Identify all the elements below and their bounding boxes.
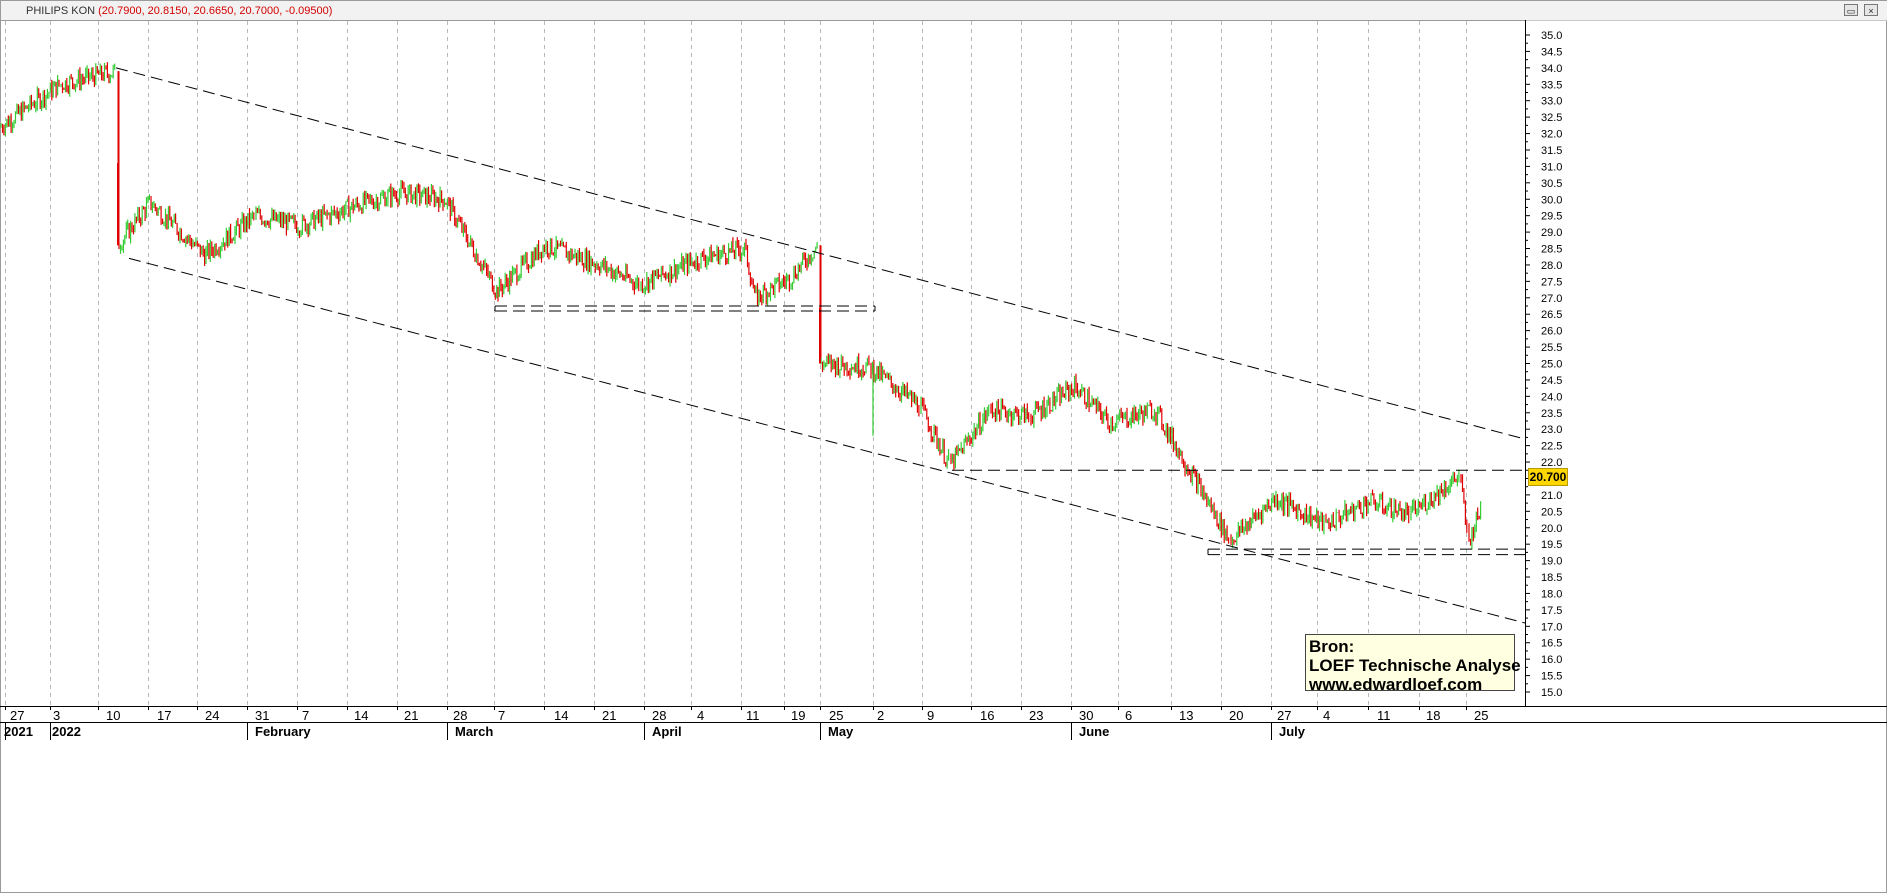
x-day-label: 21 bbox=[404, 708, 418, 723]
y-tick-label: 21.0 bbox=[1541, 490, 1562, 502]
y-tick-label: 22.5 bbox=[1541, 441, 1562, 453]
y-tick-label: 34.0 bbox=[1541, 63, 1562, 75]
y-tick-label: 24.0 bbox=[1541, 391, 1562, 403]
y-tick-label: 27.5 bbox=[1541, 276, 1562, 288]
x-month-label: 2021 bbox=[4, 724, 33, 739]
y-tick-label: 33.0 bbox=[1541, 96, 1562, 108]
y-tick-label: 18.0 bbox=[1541, 588, 1562, 600]
x-month-label: March bbox=[455, 724, 493, 739]
x-month-label: June bbox=[1079, 724, 1109, 739]
y-tick-label: 19.5 bbox=[1541, 539, 1562, 551]
x-day-label: 21 bbox=[602, 708, 616, 723]
x-day-label: 11 bbox=[1377, 708, 1391, 723]
x-day-label: 28 bbox=[453, 708, 467, 723]
x-month-label: April bbox=[652, 724, 682, 739]
x-day-label: 4 bbox=[697, 708, 704, 723]
y-tick-label: 18.5 bbox=[1541, 572, 1562, 584]
y-tick-label: 15.0 bbox=[1541, 687, 1562, 699]
x-day-label: 27 bbox=[10, 708, 24, 723]
x-month-label: July bbox=[1279, 724, 1306, 739]
y-tick-label: 16.0 bbox=[1541, 654, 1562, 666]
x-day-label: 16 bbox=[980, 708, 994, 723]
x-month-label: 2022 bbox=[52, 724, 81, 739]
y-tick-label: 26.5 bbox=[1541, 309, 1562, 321]
y-tick-label: 15.5 bbox=[1541, 671, 1562, 683]
x-day-label: 9 bbox=[927, 708, 934, 723]
source-box: Bron: LOEF Technische Analyse www.edward… bbox=[1305, 634, 1521, 694]
x-day-label: 30 bbox=[1079, 708, 1093, 723]
x-day-label: 23 bbox=[1029, 708, 1043, 723]
y-tick-label: 28.0 bbox=[1541, 260, 1562, 272]
source-line-1: Bron: bbox=[1309, 637, 1355, 656]
y-tick-label: 32.5 bbox=[1541, 112, 1562, 124]
source-line-3: www.edwardloef.com bbox=[1309, 675, 1483, 694]
y-tick-label: 28.5 bbox=[1541, 244, 1562, 256]
y-tick-label: 32.0 bbox=[1541, 129, 1562, 141]
y-tick-label: 25.5 bbox=[1541, 342, 1562, 354]
x-day-label: 14 bbox=[354, 708, 368, 723]
y-tick-label: 35.0 bbox=[1541, 30, 1562, 42]
y-tick-label: 29.0 bbox=[1541, 227, 1562, 239]
y-tick-label: 23.0 bbox=[1541, 424, 1562, 436]
x-day-label: 31 bbox=[255, 708, 269, 723]
x-day-label: 25 bbox=[829, 708, 843, 723]
y-tick-label: 34.5 bbox=[1541, 46, 1562, 58]
y-tick-label: 33.5 bbox=[1541, 79, 1562, 91]
x-month-label: May bbox=[828, 724, 854, 739]
x-day-label: 6 bbox=[1125, 708, 1132, 723]
y-tick-label: 16.5 bbox=[1541, 638, 1562, 650]
y-tick-label: 20.5 bbox=[1541, 506, 1562, 518]
y-tick-label: 20.0 bbox=[1541, 523, 1562, 535]
x-day-label: 25 bbox=[1474, 708, 1488, 723]
y-tick-label: 31.0 bbox=[1541, 161, 1562, 173]
y-tick-label: 31.5 bbox=[1541, 145, 1562, 157]
y-tick-label: 29.5 bbox=[1541, 211, 1562, 223]
y-tick-label: 19.0 bbox=[1541, 556, 1562, 568]
y-tick-label: 25.0 bbox=[1541, 359, 1562, 371]
x-day-label: 19 bbox=[791, 708, 805, 723]
y-tick-label: 30.0 bbox=[1541, 194, 1562, 206]
x-day-label: 4 bbox=[1323, 708, 1330, 723]
y-tick-label: 17.5 bbox=[1541, 605, 1562, 617]
x-day-label: 10 bbox=[106, 708, 120, 723]
x-day-label: 2 bbox=[877, 708, 884, 723]
x-day-label: 20 bbox=[1229, 708, 1243, 723]
x-day-label: 17 bbox=[157, 708, 171, 723]
x-day-label: 14 bbox=[554, 708, 568, 723]
y-tick-label: 23.5 bbox=[1541, 408, 1562, 420]
price-chart[interactable]: 15.0 15.5 16.0 16.5 17.0 17.5 18.0 18.5 19.0 19.5… bbox=[0, 0, 1887, 893]
x-day-label: 7 bbox=[498, 708, 505, 723]
y-tick-label: 30.5 bbox=[1541, 178, 1562, 190]
source-line-2: LOEF Technische Analyse bbox=[1309, 656, 1521, 675]
x-day-label: 11 bbox=[746, 708, 760, 723]
plot-area bbox=[0, 20, 1526, 707]
x-day-label: 3 bbox=[53, 708, 60, 723]
x-day-label: 24 bbox=[205, 708, 219, 723]
x-day-label: 27 bbox=[1277, 708, 1291, 723]
x-month-label: February bbox=[255, 724, 311, 739]
y-tick-label: 24.5 bbox=[1541, 375, 1562, 387]
x-day-label: 28 bbox=[652, 708, 666, 723]
y-tick-label: 26.0 bbox=[1541, 326, 1562, 338]
y-tick-label: 17.0 bbox=[1541, 621, 1562, 633]
x-day-label: 7 bbox=[302, 708, 309, 723]
last-price-badge: 20.700 bbox=[1528, 468, 1568, 486]
x-day-label: 18 bbox=[1426, 708, 1440, 723]
y-tick-label: 27.0 bbox=[1541, 293, 1562, 305]
x-day-label: 13 bbox=[1179, 708, 1193, 723]
